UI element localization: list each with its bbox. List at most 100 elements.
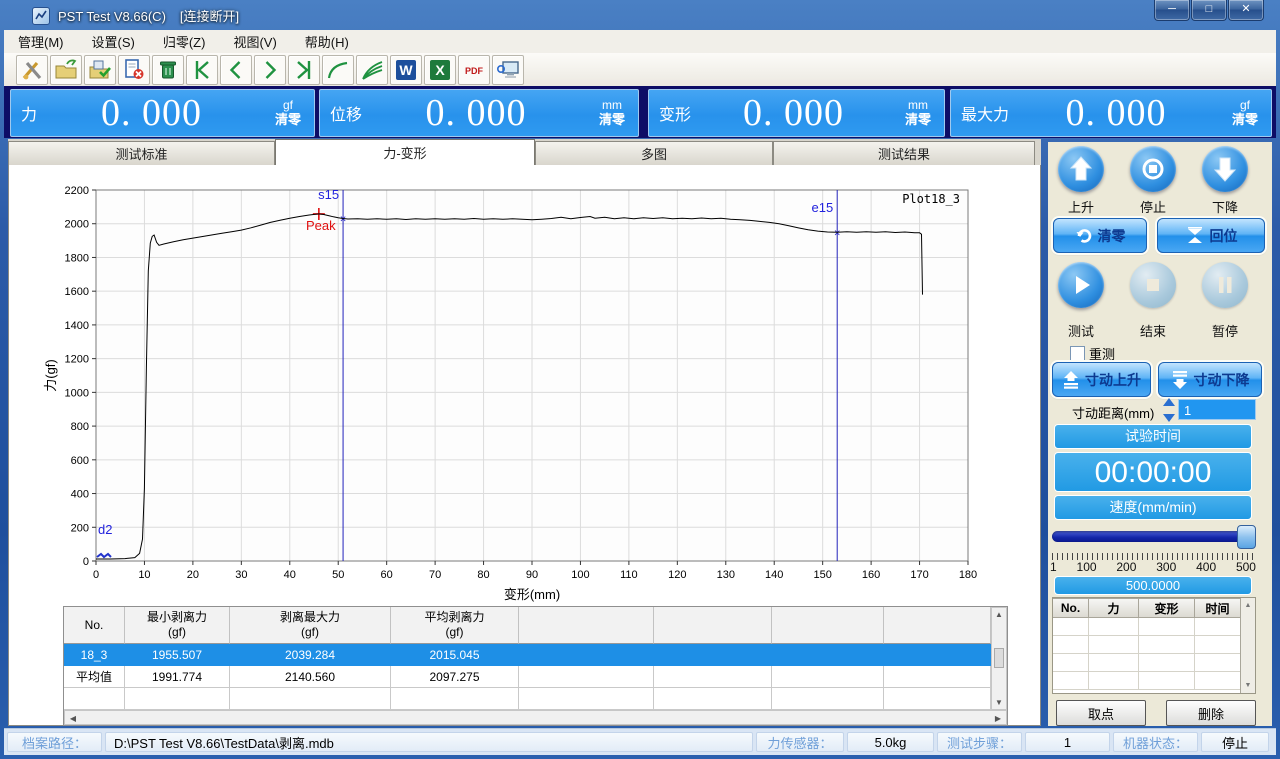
svg-text:50: 50 <box>332 569 344 581</box>
results-header-cell <box>519 607 654 644</box>
svg-text:力(gf): 力(gf) <box>43 359 58 392</box>
tab-3[interactable]: 测试结果 <box>773 141 1035 165</box>
speed-slider-thumb[interactable] <box>1237 525 1256 549</box>
minimize-button[interactable]: ─ <box>1154 0 1190 21</box>
results-cell: 1991.774 <box>125 666 230 688</box>
trash-icon <box>156 58 180 82</box>
maximize-button[interactable]: □ <box>1191 0 1227 21</box>
points-row <box>1053 672 1255 690</box>
test-end-button[interactable] <box>1130 262 1176 308</box>
points-header-2[interactable]: 变形 <box>1139 598 1195 618</box>
menu-item-0[interactable]: 管理(M) <box>4 29 78 54</box>
clear-zero-button[interactable]: 清零 <box>1053 218 1147 253</box>
trash-button[interactable] <box>152 55 184 85</box>
jog-down-round-button[interactable] <box>1202 146 1248 192</box>
display-value: 0. 000 <box>37 91 266 135</box>
results-cell: 2039.284 <box>230 644 391 666</box>
close-button[interactable]: ✕ <box>1228 0 1264 21</box>
tools-button[interactable] <box>16 55 48 85</box>
results-vscrollbar[interactable]: ▲▼ <box>991 607 1007 710</box>
display-label: 最大力 <box>961 101 1009 125</box>
display-clear-button[interactable]: 清零 <box>590 112 634 128</box>
results-cell: 18_3 <box>64 644 125 666</box>
jog-distance-spinner[interactable] <box>1163 398 1175 422</box>
stop-motion-button[interactable] <box>1130 146 1176 192</box>
svg-text:110: 110 <box>620 569 638 581</box>
results-cell <box>772 644 884 666</box>
retest-checkbox[interactable]: 重测 <box>1070 344 1115 363</box>
display-clear-button[interactable]: 清零 <box>896 112 940 128</box>
menu-item-2[interactable]: 归零(Z) <box>149 29 220 54</box>
points-scrollbar[interactable]: ▲▼ <box>1240 598 1255 693</box>
jog-up-round-button[interactable] <box>1058 146 1104 192</box>
results-row-2[interactable] <box>64 688 991 710</box>
speed-scale-label: 200 <box>1116 560 1136 574</box>
open-folder-button[interactable] <box>50 55 82 85</box>
multi-curve-button[interactable] <box>356 55 388 85</box>
first-record-button[interactable] <box>186 55 218 85</box>
stop-label: 停止 <box>1123 197 1183 216</box>
take-point-button[interactable]: 取点 <box>1056 700 1146 726</box>
results-header-cell: 剥离最大力(gf) <box>230 607 391 644</box>
display-clear-button[interactable]: 清零 <box>266 112 310 128</box>
display-value: 0. 000 <box>1009 91 1223 135</box>
svg-text:0: 0 <box>93 569 99 581</box>
display-value: 0. 000 <box>691 91 896 135</box>
results-cell <box>884 644 991 666</box>
return-home-button[interactable]: 回位 <box>1157 218 1265 253</box>
points-header-1[interactable]: 力 <box>1089 598 1139 618</box>
speed-value-display: 500.0000 <box>1054 576 1252 595</box>
svg-text:150: 150 <box>813 569 831 581</box>
open-folder-icon <box>54 58 78 82</box>
word-export-icon: W <box>394 58 418 82</box>
svg-text:变形(mm): 变形(mm) <box>504 587 560 602</box>
excel-export-button[interactable]: X <box>424 55 456 85</box>
pdf-export-button[interactable]: PDF <box>458 55 490 85</box>
delete-point-button[interactable]: 删除 <box>1166 700 1256 726</box>
speed-slider-track[interactable] <box>1052 531 1254 542</box>
monitor-button[interactable] <box>492 55 524 85</box>
test-time-display: 00:00:00 <box>1054 452 1252 492</box>
results-cell: 1955.507 <box>125 644 230 666</box>
display-unit: gf <box>1223 99 1267 112</box>
points-row <box>1053 636 1255 654</box>
display-2: 变形0. 000mm清零 <box>648 89 945 137</box>
tab-2[interactable]: 多图 <box>535 141 773 165</box>
svg-text:80: 80 <box>477 569 489 581</box>
word-export-button[interactable]: W <box>390 55 422 85</box>
menu-item-3[interactable]: 视图(V) <box>219 29 290 54</box>
jog-distance-label: 寸动距离(mm) <box>1072 403 1154 422</box>
status-segment-7: 停止 <box>1201 732 1269 752</box>
tab-0[interactable]: 测试标准 <box>8 141 275 165</box>
display-clear-button[interactable]: 清零 <box>1223 112 1267 128</box>
app-icon <box>32 7 50 25</box>
test-pause-button[interactable] <box>1202 262 1248 308</box>
results-row-1[interactable]: 平均值1991.7742140.5602097.275 <box>64 666 991 688</box>
svg-text:PDF: PDF <box>465 66 484 76</box>
curve-button[interactable] <box>322 55 354 85</box>
delete-doc-button[interactable] <box>118 55 150 85</box>
svg-text:1000: 1000 <box>65 387 89 399</box>
speed-scale: 1100200300400500 <box>1050 560 1256 574</box>
speed-scale-label: 400 <box>1196 560 1216 574</box>
last-record-button[interactable] <box>288 55 320 85</box>
tab-1[interactable]: 力-变形 <box>275 139 535 165</box>
results-row-0[interactable]: 18_31955.5072039.2842015.045 <box>64 644 991 666</box>
svg-text:Plot18_3: Plot18_3 <box>902 192 960 206</box>
jog-step-up-button[interactable]: 寸动上升 <box>1052 362 1151 397</box>
test-start-button[interactable] <box>1058 262 1104 308</box>
points-header-0[interactable]: No. <box>1053 598 1089 618</box>
menu-item-1[interactable]: 设置(S) <box>78 29 149 54</box>
save-button[interactable] <box>84 55 116 85</box>
jog-step-down-button[interactable]: 寸动下降 <box>1158 362 1262 397</box>
prev-record-button[interactable] <box>220 55 252 85</box>
svg-text:400: 400 <box>71 489 89 501</box>
menu-item-4[interactable]: 帮助(H) <box>291 29 363 54</box>
points-header-3[interactable]: 时间 <box>1195 598 1241 618</box>
checkbox-box[interactable] <box>1070 346 1085 361</box>
svg-text:X: X <box>435 62 445 78</box>
status-segment-3: 5.0kg <box>847 732 934 752</box>
next-record-button[interactable] <box>254 55 286 85</box>
results-hscrollbar[interactable]: ◀▶ <box>64 710 1007 725</box>
jog-distance-input[interactable]: 1 <box>1178 399 1256 420</box>
